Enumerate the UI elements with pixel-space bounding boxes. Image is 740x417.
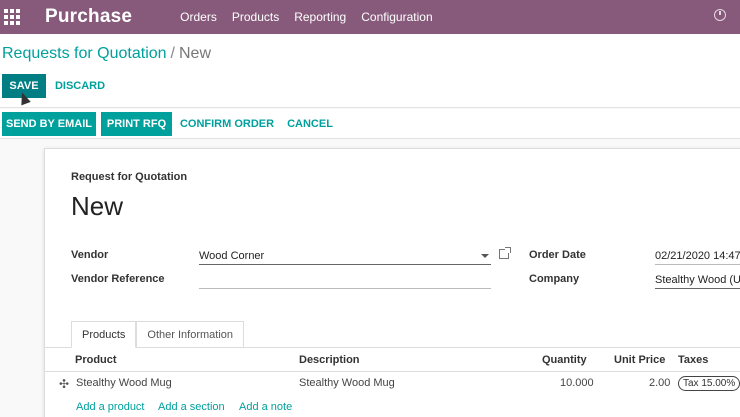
breadcrumb-parent[interactable]: Requests for Quotation	[2, 45, 167, 62]
header-taxes[interactable]: Taxes	[678, 354, 708, 366]
print-rfq-button[interactable]: PRINT RFQ	[101, 112, 172, 136]
row-quantity[interactable]: 10.000	[560, 377, 594, 389]
control-panel: Requests for Quotation / New SAVE DISCARD	[0, 34, 740, 108]
row-unit-price[interactable]: 2.00	[649, 377, 670, 389]
header-unit-price[interactable]: Unit Price	[614, 354, 665, 366]
vendor-reference-field[interactable]	[199, 271, 491, 289]
notebook-tabs: Products Other Information	[71, 321, 245, 348]
company-label: Company	[529, 273, 580, 285]
app-name: Purchase	[45, 6, 133, 27]
header-description[interactable]: Description	[299, 354, 360, 366]
send-by-email-button[interactable]: SEND BY EMAIL	[2, 112, 96, 136]
apps-menu-icon[interactable]	[4, 9, 20, 25]
vendor-field[interactable]: Wood Corner	[199, 247, 491, 265]
external-link-icon[interactable]	[499, 247, 511, 259]
menu-reporting[interactable]: Reporting	[294, 10, 346, 24]
discard-button[interactable]: DISCARD	[52, 74, 108, 98]
menu-configuration[interactable]: Configuration	[361, 10, 432, 24]
clock-icon[interactable]	[714, 9, 726, 21]
form-title: New	[71, 191, 124, 221]
add-section-link[interactable]: Add a section	[158, 401, 225, 413]
form-sheet: Request for Quotation New Vendor Wood Co…	[44, 148, 740, 417]
header-quantity[interactable]: Quantity	[542, 354, 587, 366]
menu-orders[interactable]: Orders	[180, 10, 217, 24]
row-product[interactable]: Stealthy Wood Mug	[76, 377, 172, 389]
vendor-value: Wood Corner	[199, 249, 265, 262]
header-divider	[45, 371, 740, 372]
header-product[interactable]: Product	[75, 354, 117, 366]
row-description[interactable]: Stealthy Wood Mug	[299, 377, 395, 389]
confirm-order-button[interactable]: CONFIRM ORDER	[178, 112, 276, 136]
tab-products[interactable]: Products	[71, 321, 137, 348]
order-date-label: Order Date	[529, 249, 586, 261]
tab-other-information[interactable]: Other Information	[136, 321, 245, 348]
breadcrumb: Requests for Quotation / New	[2, 45, 211, 63]
add-note-link[interactable]: Add a note	[239, 401, 292, 413]
drag-handle-icon[interactable]: ✣	[59, 377, 69, 391]
tab-divider	[45, 347, 740, 348]
menu-products[interactable]: Products	[232, 10, 279, 24]
vendor-label: Vendor	[71, 249, 109, 261]
chevron-down-icon[interactable]	[481, 254, 489, 258]
breadcrumb-separator: /	[170, 45, 175, 62]
cancel-button[interactable]: CANCEL	[283, 112, 337, 136]
top-navbar: Purchase Orders Products Reporting Confi…	[0, 0, 740, 34]
form-label: Request for Quotation	[71, 171, 188, 183]
add-product-link[interactable]: Add a product	[76, 401, 145, 413]
order-date-field[interactable]: 02/21/2020 14:47	[655, 247, 740, 265]
company-field[interactable]: Stealthy Wood (U	[655, 271, 740, 289]
tax-badge[interactable]: Tax 15.00%	[678, 376, 740, 391]
main-menu: Orders Products Reporting Configuration	[180, 10, 447, 24]
statusbar: SEND BY EMAIL PRINT RFQ CONFIRM ORDER CA…	[0, 109, 740, 139]
breadcrumb-current: New	[179, 45, 212, 62]
vendor-reference-label: Vendor Reference	[71, 273, 165, 285]
